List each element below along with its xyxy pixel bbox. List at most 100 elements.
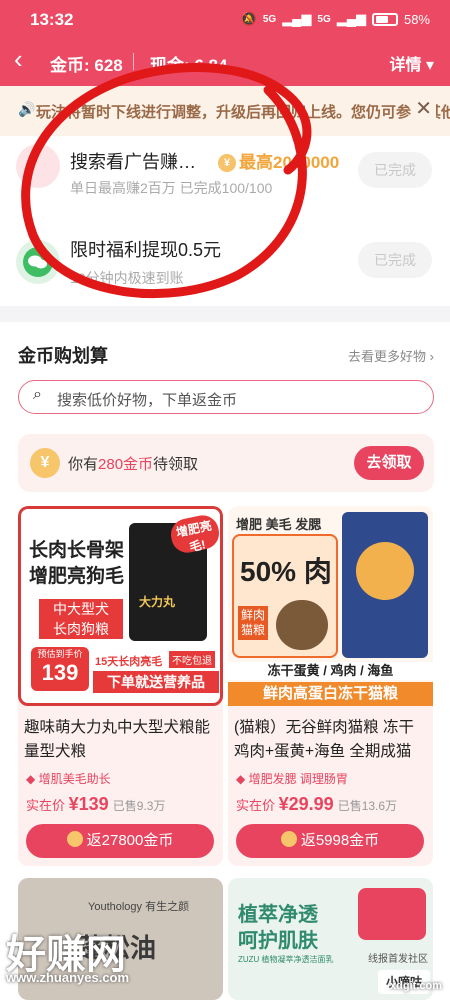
task-subtitle: 单日最高赚2百万 已完成100/100 [70, 180, 273, 196]
claim-suffix: 待领取 [153, 456, 199, 473]
shop-section: 金币购划算 去看更多好物 › ⌕ 搜索低价好物，下单返金币 ¥ 你有280金币待… [0, 322, 450, 1000]
header: ‹ 金币: 628 现金: 6.84 详情 ▾ [0, 42, 450, 82]
watermark-right: xdgit.com [390, 980, 442, 992]
task-item-search-ads[interactable]: 搜索看广告赚… ¥ 最高2000000 单日最高赚2百万 已完成100/100 已… [0, 136, 450, 216]
reward-label: 返5998金币 [300, 832, 380, 849]
watermark-left-url: www.zhuanyes.com [6, 970, 130, 985]
status-bar: 13:32 🔕 5G ▂▄▆ 5G ▂▄▆ 58% [0, 0, 450, 42]
battery-icon [371, 12, 398, 26]
product-price: ¥139 [68, 794, 109, 814]
section-title: 金币购划算 [18, 346, 108, 366]
img-headline-1: 长肉长骨架 [29, 540, 125, 561]
task-title: 搜索看广告赚… [70, 152, 196, 172]
claim-text: 你有280金币待领取 [68, 453, 198, 474]
product-image: 长肉长骨架 增肥亮狗毛 中大型犬 长肉狗粮 大力丸 增肥亮毛! 预估到手价 13… [18, 506, 223, 706]
coin-balance: 金币: 628 [50, 56, 123, 75]
wechat-icon [16, 240, 60, 284]
search-task-icon [16, 144, 60, 188]
signal-icon: ▂▄▆ [282, 11, 312, 26]
img-label-2: 长肉狗粮 [39, 619, 123, 639]
coin-icon [66, 831, 83, 847]
reward-label: 返27800金币 [86, 832, 174, 849]
product-tag-text: 增肥发腮 调理肠胃 [248, 772, 348, 786]
img-left-panel: 50% 肉 鲜肉猫粮 [232, 534, 338, 658]
brand-text: Youthology 有生之颜 [88, 901, 190, 913]
signal-icon-2: ▂▄▆ [336, 11, 366, 26]
img-promo-1b: 不吃包退 [169, 651, 215, 668]
card-line-1: 植萃净透 [238, 904, 318, 926]
close-icon[interactable]: ✕ [411, 96, 436, 121]
speaker-icon: 🔊 [18, 101, 36, 117]
notice-text: 玩法将暂时下线进行调整，升级后再回归上线。您仍可参与其他玩法 [36, 104, 450, 121]
detail-label: 详情 [389, 57, 422, 74]
back-icon[interactable]: ‹ [14, 46, 23, 72]
task-subtitle: 10分钟内极速到账 [70, 270, 184, 286]
task-title: 限时福利提现0.5元 [70, 240, 222, 260]
img-price-box: 预估到手价 139 [31, 647, 89, 691]
product-tag: ◆ 增肥发腮 调理肠胃 [236, 772, 348, 786]
battery-percent: 58% [403, 11, 430, 27]
img-headline-2: 增肥亮狗毛 [29, 566, 125, 587]
product-price: ¥29.99 [278, 794, 334, 814]
claim-button[interactable]: 去领取 [354, 446, 424, 480]
caret-down-icon: ▾ [425, 57, 434, 74]
product-tag-text: 增肌美毛助长 [38, 772, 111, 786]
detail-button[interactable]: 详情 ▾ [390, 51, 435, 75]
cat-illustration [356, 542, 414, 600]
sold-count: 已售13.6万 [337, 799, 398, 813]
mute-icon: 🔕 [240, 11, 257, 26]
kibble-image [276, 600, 328, 650]
img-side-label: 鲜肉猫粮 [238, 606, 268, 640]
status-time: 13:32 [30, 10, 74, 29]
coin-icon: ¥ [218, 154, 236, 172]
search-icon: ⌕ [33, 386, 42, 403]
price-label: 实在价 [236, 798, 276, 813]
task-card: 搜索看广告赚… ¥ 最高2000000 单日最高赚2百万 已完成100/100 已… [0, 136, 450, 306]
img-promo-2: 下单就送营养品 [93, 671, 219, 693]
claim-banner: ¥ 你有280金币待领取 去领取 [18, 434, 434, 492]
coin-reward-button[interactable]: 返5998金币 [236, 824, 424, 858]
task-done-button[interactable]: 已完成 [358, 152, 432, 188]
img-price-tag: 预估到手价 [37, 649, 83, 659]
status-icons: 🔕 5G ▂▄▆ 5G ▂▄▆ 58% [241, 11, 430, 27]
img-price: 139 [41, 660, 79, 685]
bag-label: 大力丸 [139, 595, 176, 609]
claim-prefix: 你有 [68, 456, 99, 473]
img-top-text: 增肥 美毛 发腮 [236, 517, 322, 532]
coin-reward-button[interactable]: 返27800金币 [26, 824, 214, 858]
network-label: 5G [262, 13, 277, 25]
product-tag: ◆ 增肌美毛助长 [26, 772, 111, 786]
yen-coin-icon: ¥ [30, 448, 60, 478]
product-title: 趣味萌大力丸中大型犬粮能量型犬粮 [24, 719, 211, 760]
search-placeholder: 搜索低价好物，下单返金币 [57, 392, 238, 409]
task-done-button[interactable]: 已完成 [358, 242, 432, 278]
max-reward-text: 最高2000000 [239, 153, 340, 172]
img-strip-1: 冻干蛋黄 / 鸡肉 / 海鱼 [228, 662, 433, 680]
divider [133, 53, 134, 70]
product-title: (猫粮）无谷鲜肉猫粮 冻干鸡肉+蛋黄+海鱼 全期成猫 [234, 719, 414, 760]
network-label-2: 5G [317, 13, 331, 25]
img-big-text: 50% 肉 [240, 556, 332, 587]
max-reward-badge: ¥ 最高2000000 [218, 148, 339, 173]
cash-balance: 现金: 6.84 [150, 56, 228, 75]
search-input[interactable]: ⌕ 搜索低价好物，下单返金币 [18, 380, 434, 414]
img-strip-2: 鲜肉高蛋白冻干猫粮 [228, 682, 433, 706]
card-line-2: 呵护肌肤 [238, 930, 318, 952]
product-price-row: 实在价 ¥139 已售9.3万 [26, 794, 165, 815]
img-label-1: 中大型犬 [39, 599, 123, 619]
product-price-row: 实在价 ¥29.99 已售13.6万 [236, 794, 397, 815]
coin-icon [280, 831, 297, 847]
sold-count: 已售9.3万 [112, 799, 166, 813]
product-card[interactable]: 长肉长骨架 增肥亮狗毛 中大型犬 长肉狗粮 大力丸 增肥亮毛! 预估到手价 13… [18, 506, 223, 866]
notice-bar: 🔊 玩法将暂时下线进行调整，升级后再回归上线。您仍可参与其他玩法 ✕ [0, 86, 450, 136]
card-small: ZUZU 植物凝萃净透洁面乳 [238, 955, 334, 964]
card-side: 线报首发社区 [368, 954, 428, 965]
product-card[interactable]: 增肥 美毛 发腮 50% 肉 鲜肉猫粮 冻干蛋黄 / 鸡肉 / 海鱼 鲜肉高蛋白… [228, 506, 433, 866]
task-item-withdraw[interactable]: 限时福利提现0.5元 10分钟内极速到账 已完成 [0, 222, 450, 302]
gift-box-icon [358, 888, 426, 940]
see-more-link[interactable]: 去看更多好物 › [348, 346, 434, 365]
claim-amount: 280金币 [98, 456, 154, 473]
img-promo-1: 15天长肉亮毛 [95, 656, 163, 668]
cat-food-bag [342, 512, 428, 658]
product-image: 增肥 美毛 发腮 50% 肉 鲜肉猫粮 冻干蛋黄 / 鸡肉 / 海鱼 鲜肉高蛋白… [228, 506, 433, 706]
